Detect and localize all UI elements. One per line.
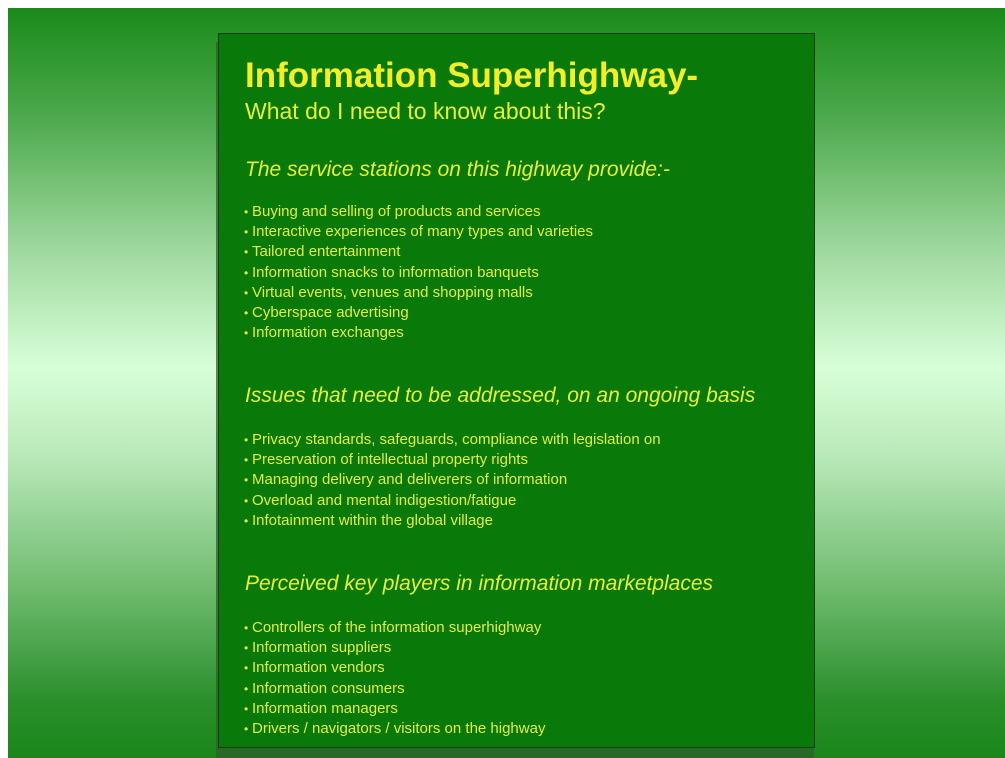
bullet-icon: • — [244, 205, 249, 219]
bullet-icon: • — [244, 681, 249, 696]
list-item: • Information snacks to information banqu… — [244, 263, 593, 283]
list-item: • Managing delivery and deliverers of inf… — [244, 470, 661, 490]
bullet-icon: • — [244, 473, 249, 488]
slide-title: Information Superhighway- — [245, 56, 699, 95]
list-item: • Preservation of intellectual property r… — [244, 450, 661, 470]
bullet-icon: • — [244, 225, 249, 240]
list-item: • Drivers / navigators / visitors on the … — [244, 719, 545, 739]
slide-subtitle: What do I need to know about this? — [245, 98, 606, 124]
list-item: • Tailored entertainment — [244, 242, 593, 262]
list-item: • Information consumers — [244, 679, 545, 699]
slide-background: Information Superhighway- What do I need… — [8, 8, 1005, 758]
list-service-stations: • Buying and selling of products and serv… — [244, 202, 593, 343]
section-heading-key-players: Perceived key players in information mar… — [245, 572, 714, 595]
list-item: • Information exchanges — [244, 323, 593, 343]
bullet-icon: • — [244, 265, 249, 280]
bullet-icon: • — [244, 661, 249, 676]
list-item: • Buying and selling of products and serv… — [244, 202, 593, 222]
list-item: • Overload and mental indigestion/fatigue — [244, 491, 661, 511]
bullet-icon: • — [244, 306, 249, 321]
list-item: • Controllers of the information superhig… — [244, 618, 545, 638]
content-panel: Information Superhighway- What do I need… — [218, 33, 815, 748]
bullet-icon: • — [244, 453, 249, 468]
list-key-players: • Controllers of the information superhig… — [244, 618, 545, 739]
list-item: • Information suppliers — [244, 638, 545, 658]
bullet-icon: • — [244, 245, 249, 260]
list-item: • Interactive experiences of many types a… — [244, 222, 593, 242]
list-item: • Privacy standards, safeguards, complian… — [244, 430, 661, 450]
bullet-icon: • — [244, 433, 249, 447]
bullet-icon: • — [244, 641, 249, 656]
list-item: • Cyberspace advertising — [244, 303, 593, 323]
bullet-icon: • — [244, 722, 249, 737]
list-issues: • Privacy standards, safeguards, complian… — [244, 430, 661, 531]
section-heading-service-stations: The service stations on this highway pro… — [245, 158, 670, 181]
section-heading-issues: Issues that need to be addressed, on an … — [245, 384, 756, 407]
bullet-icon: • — [244, 513, 249, 528]
bullet-icon: • — [244, 701, 249, 716]
list-item: • Information managers — [244, 699, 545, 719]
bullet-icon: • — [244, 493, 249, 508]
list-item: • Virtual events, venues and shopping mal… — [244, 283, 593, 303]
list-item: • Infotainment within the global village — [244, 511, 661, 531]
bullet-icon: • — [244, 285, 249, 300]
bullet-icon: • — [244, 621, 249, 635]
list-item: • Information vendors — [244, 658, 545, 678]
bullet-icon: • — [244, 326, 249, 341]
